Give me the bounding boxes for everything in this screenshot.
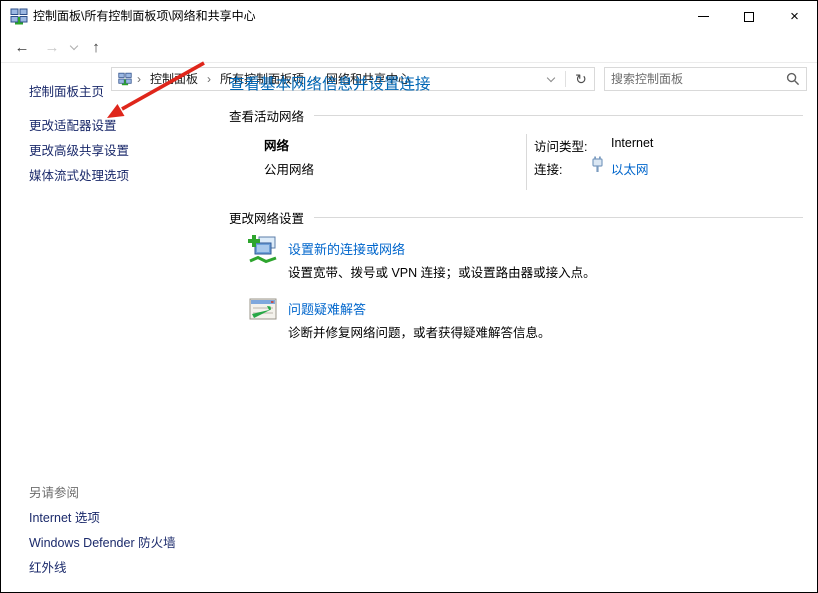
chevron-down-icon [70, 42, 78, 50]
window-title: 控制面板\所有控制面板项\网络和共享中心 [33, 1, 256, 32]
address-toolbar: ← → ↑ › 控制面板 › 所有控 [1, 32, 817, 63]
divider [314, 217, 803, 218]
section-label: 查看活动网络 [229, 106, 314, 125]
sidebar-item-internet-options[interactable]: Internet 选项 [29, 507, 100, 526]
maximize-button[interactable] [726, 1, 771, 32]
maximize-icon [744, 12, 754, 22]
troubleshoot-problems-link[interactable]: 问题疑难解答 [288, 299, 366, 318]
sidebar-item-control-panel-home[interactable]: 控制面板主页 [29, 81, 104, 100]
refresh-button[interactable]: ↻ [568, 68, 594, 90]
setup-new-connection-link[interactable]: 设置新的连接或网络 [288, 239, 405, 258]
network-sharing-center-window: 控制面板\所有控制面板项\网络和共享中心 × ← → ↑ [0, 0, 818, 593]
up-icon: ↑ [92, 39, 100, 56]
access-type-label: 访问类型: [534, 136, 587, 155]
search-box [604, 67, 807, 91]
setup-new-connection-desc: 设置宽带、拨号或 VPN 连接；或设置路由器或接入点。 [288, 262, 596, 281]
breadcrumb-location-icon [112, 72, 136, 86]
close-icon: × [790, 9, 799, 24]
search-icon [786, 72, 800, 86]
sidebar-item-infrared[interactable]: 红外线 [29, 557, 67, 576]
troubleshoot-problems-desc: 诊断并修复网络问题，或者获得疑难解答信息。 [288, 322, 551, 341]
network-app-icon [10, 8, 28, 28]
title-bar[interactable]: 控制面板\所有控制面板项\网络和共享中心 × [1, 1, 817, 32]
refresh-icon: ↻ [575, 71, 587, 88]
page-title: 查看基本网络信息并设置连接 [229, 72, 431, 94]
search-input[interactable] [605, 69, 780, 89]
breadcrumb-segment-control-panel[interactable]: 控制面板 [142, 68, 206, 90]
minimize-button[interactable] [681, 1, 726, 32]
sidebar-item-windows-defender-firewall[interactable]: Windows Defender 防火墙 [29, 532, 176, 551]
minimize-icon [698, 16, 709, 17]
address-dropdown-button[interactable] [539, 68, 563, 90]
divider [314, 115, 803, 116]
close-button[interactable]: × [772, 1, 817, 32]
chevron-down-icon [547, 73, 555, 81]
forward-button[interactable]: → [39, 32, 65, 63]
see-also-header: 另请参阅 [29, 482, 79, 501]
recent-locations-button[interactable] [65, 32, 83, 63]
network-type: 公用网络 [264, 159, 314, 178]
sidebar-item-change-advanced-sharing[interactable]: 更改高级共享设置 [29, 140, 129, 159]
forward-icon: → [45, 39, 60, 56]
network-name: 网络 [264, 135, 289, 154]
ethernet-link[interactable]: 以太网 [611, 159, 649, 178]
search-button[interactable] [780, 72, 806, 86]
access-type-value: Internet [611, 136, 653, 150]
section-change-network-settings: 更改网络设置 [229, 208, 803, 227]
section-view-active-networks: 查看活动网络 [229, 106, 803, 125]
ethernet-plug-icon [591, 156, 604, 176]
connections-label: 连接: [534, 159, 562, 178]
sidebar-item-media-streaming-options[interactable]: 媒体流式处理选项 [29, 165, 129, 184]
divider [526, 134, 527, 190]
divider [565, 71, 566, 87]
section-label: 更改网络设置 [229, 208, 314, 227]
up-button[interactable]: ↑ [83, 32, 109, 63]
troubleshoot-icon [247, 294, 279, 329]
back-button[interactable]: ← [9, 32, 35, 63]
sidebar-item-change-adapter-settings[interactable]: 更改适配器设置 [29, 115, 117, 134]
back-icon: ← [15, 39, 30, 56]
new-connection-icon [247, 234, 279, 269]
